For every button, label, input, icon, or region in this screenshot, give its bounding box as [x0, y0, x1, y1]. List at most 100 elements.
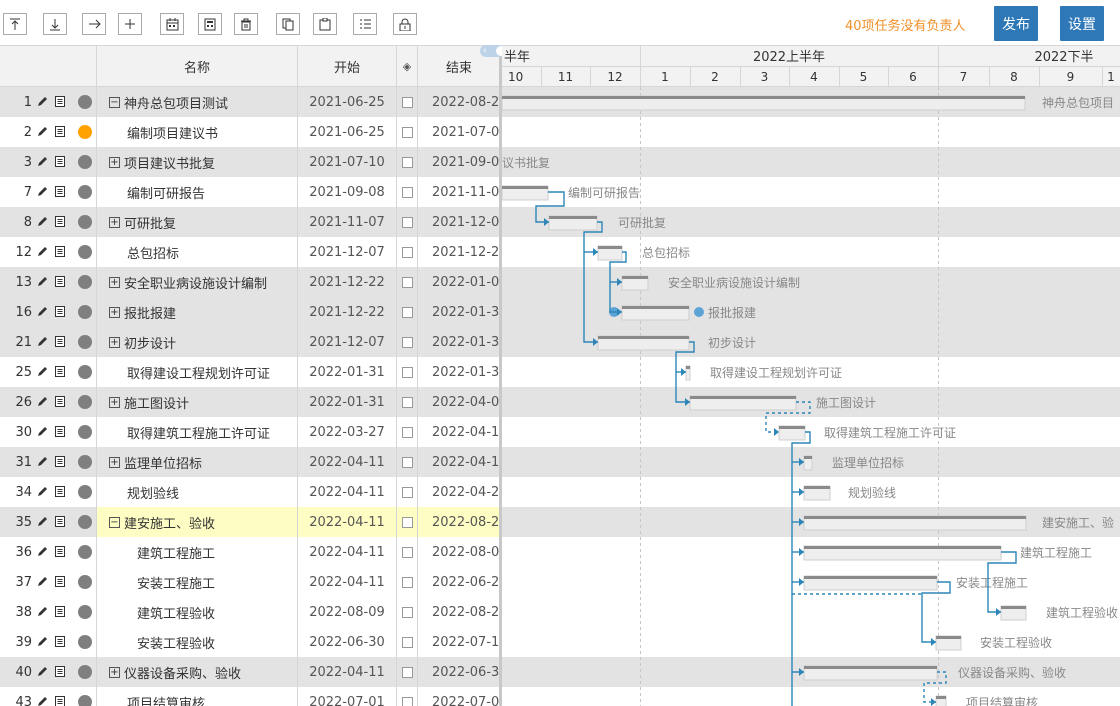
expand-icon[interactable]: +	[109, 396, 120, 408]
expand-icon[interactable]: +	[109, 336, 120, 348]
paste-button[interactable]	[313, 13, 337, 35]
pencil-icon[interactable]	[36, 695, 48, 706]
table-row[interactable]: 43 项目结算审核 2022-07-01 2022-07-0	[0, 687, 500, 706]
milestone-checkbox[interactable]	[397, 687, 418, 706]
pencil-icon[interactable]	[36, 215, 48, 232]
table-row[interactable]: 31 + 监理单位招标 2022-04-11 2022-04-1	[0, 447, 500, 477]
copy-button[interactable]	[276, 13, 300, 35]
milestone-checkbox[interactable]	[397, 327, 418, 357]
start-date-cell[interactable]: 2021-12-22	[298, 297, 397, 327]
start-date-cell[interactable]: 2022-04-11	[298, 537, 397, 567]
header-start[interactable]: 开始	[298, 46, 397, 86]
task-name-cell[interactable]: − 建安施工、验收	[97, 507, 298, 537]
expand-icon[interactable]: +	[109, 216, 120, 228]
pencil-icon[interactable]	[36, 395, 48, 412]
header-name[interactable]: 名称	[97, 46, 298, 86]
end-date-cell[interactable]: 2022-04-1	[418, 417, 500, 447]
table-row[interactable]: 39 安装工程验收 2022-06-30 2022-07-1	[0, 627, 500, 657]
start-date-cell[interactable]: 2021-06-25	[298, 117, 397, 147]
milestone-checkbox[interactable]	[397, 207, 418, 237]
pencil-icon[interactable]	[36, 365, 48, 382]
milestone-checkbox[interactable]	[397, 117, 418, 147]
document-icon[interactable]	[54, 635, 66, 652]
add-button[interactable]	[118, 13, 142, 35]
pencil-icon[interactable]	[36, 545, 48, 562]
milestone-checkbox[interactable]	[397, 237, 418, 267]
table-row[interactable]: 21 + 初步设计 2021-12-07 2022-01-3	[0, 327, 500, 357]
pencil-icon[interactable]	[36, 635, 48, 652]
task-name-cell[interactable]: 项目结算审核	[97, 687, 298, 706]
task-name-cell[interactable]: + 施工图设计	[97, 387, 298, 417]
document-icon[interactable]	[54, 515, 66, 532]
end-date-cell[interactable]: 2022-07-0	[418, 687, 500, 706]
document-icon[interactable]	[54, 395, 66, 412]
milestone-checkbox[interactable]	[397, 357, 418, 387]
task-name-cell[interactable]: 安装工程施工	[97, 567, 298, 597]
milestone-checkbox[interactable]	[397, 627, 418, 657]
table-row[interactable]: 26 + 施工图设计 2022-01-31 2022-04-0	[0, 387, 500, 417]
end-date-cell[interactable]: 2022-01-0	[418, 267, 500, 297]
task-name-cell[interactable]: + 监理单位招标	[97, 447, 298, 477]
start-date-cell[interactable]: 2021-12-07	[298, 237, 397, 267]
pencil-icon[interactable]	[36, 575, 48, 592]
expand-icon[interactable]: +	[109, 276, 120, 288]
start-date-cell[interactable]: 2022-04-11	[298, 657, 397, 687]
table-row[interactable]: 36 建筑工程施工 2022-04-11 2022-08-0	[0, 537, 500, 567]
end-date-cell[interactable]: 2021-11-0	[418, 177, 500, 207]
table-row[interactable]: 34 规划验线 2022-04-11 2022-04-2	[0, 477, 500, 507]
milestone-checkbox[interactable]	[397, 87, 418, 117]
indent-button[interactable]	[82, 13, 106, 35]
document-icon[interactable]	[54, 545, 66, 562]
milestone-checkbox[interactable]	[397, 447, 418, 477]
task-name-cell[interactable]: 编制可研报告	[97, 177, 298, 207]
pencil-icon[interactable]	[36, 95, 48, 112]
pencil-icon[interactable]	[36, 455, 48, 472]
expand-icon[interactable]: +	[109, 666, 120, 678]
task-name-cell[interactable]: 编制项目建议书	[97, 117, 298, 147]
move-bottom-button[interactable]	[43, 13, 67, 35]
end-date-cell[interactable]: 2022-08-0	[418, 537, 500, 567]
publish-button[interactable]: 发布	[994, 6, 1038, 41]
pencil-icon[interactable]	[36, 155, 48, 172]
start-date-cell[interactable]: 2022-04-11	[298, 477, 397, 507]
document-icon[interactable]	[54, 665, 66, 682]
collapse-icon[interactable]: −	[109, 516, 120, 528]
end-date-cell[interactable]: 2022-08-2	[418, 87, 500, 117]
table-row[interactable]: 35− 建安施工、验收 2022-04-11 2022-08-2	[0, 507, 500, 537]
document-icon[interactable]	[54, 575, 66, 592]
end-date-cell[interactable]: 2022-04-1	[418, 447, 500, 477]
pencil-icon[interactable]	[36, 335, 48, 352]
task-name-cell[interactable]: 建筑工程验收	[97, 597, 298, 627]
table-row[interactable]: 16 + 报批报建 2021-12-22 2022-01-3	[0, 297, 500, 327]
table-row[interactable]: 2 编制项目建议书 2021-06-25 2021-07-0	[0, 117, 500, 147]
collapse-icon[interactable]: −	[109, 96, 120, 108]
milestone-checkbox[interactable]	[397, 567, 418, 597]
end-date-cell[interactable]: 2022-06-3	[418, 657, 500, 687]
end-date-cell[interactable]: 2022-01-3	[418, 357, 500, 387]
task-name-cell[interactable]: 规划验线	[97, 477, 298, 507]
milestone-checkbox[interactable]	[397, 597, 418, 627]
table-row[interactable]: 3 + 项目建议书批复 2021-07-10 2021-09-0	[0, 147, 500, 177]
task-name-cell[interactable]: + 初步设计	[97, 327, 298, 357]
pencil-icon[interactable]	[36, 665, 48, 682]
calendar-button[interactable]	[160, 13, 184, 35]
milestone-checkbox[interactable]	[397, 297, 418, 327]
document-icon[interactable]	[54, 335, 66, 352]
task-name-cell[interactable]: − 神舟总包项目测试	[97, 87, 298, 117]
document-icon[interactable]	[54, 125, 66, 142]
end-date-cell[interactable]: 2022-04-0	[418, 387, 500, 417]
end-date-cell[interactable]: 2022-07-1	[418, 627, 500, 657]
end-date-cell[interactable]: 2022-01-3	[418, 297, 500, 327]
milestone-checkbox[interactable]	[397, 657, 418, 687]
expand-icon[interactable]: +	[109, 306, 120, 318]
task-name-cell[interactable]: + 仪器设备采购、验收	[97, 657, 298, 687]
end-date-cell[interactable]: 2021-07-0	[418, 117, 500, 147]
end-date-cell[interactable]: 2022-06-2	[418, 567, 500, 597]
pencil-icon[interactable]	[36, 275, 48, 292]
end-date-cell[interactable]: 2022-08-2	[418, 597, 500, 627]
document-icon[interactable]	[54, 245, 66, 262]
table-row[interactable]: 38 建筑工程验收 2022-08-09 2022-08-2	[0, 597, 500, 627]
milestone-checkbox[interactable]	[397, 267, 418, 297]
table-row[interactable]: 7 编制可研报告 2021-09-08 2021-11-0	[0, 177, 500, 207]
end-date-cell[interactable]: 2021-12-0	[418, 207, 500, 237]
